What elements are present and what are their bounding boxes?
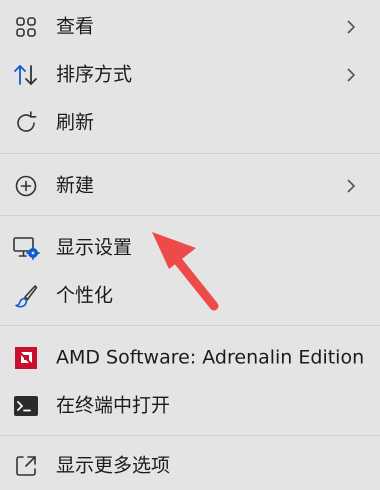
menu-item-label: AMD Software: Adrenalin Edition — [56, 346, 365, 369]
menu-item-label: 显示更多选项 — [56, 454, 171, 477]
menu-item-label: 显示设置 — [56, 236, 133, 259]
more-options-icon — [12, 452, 40, 480]
menu-item-amd-software[interactable]: AMD Software: Adrenalin Edition — [0, 334, 380, 382]
plus-circle-icon — [12, 172, 40, 200]
amd-logo-icon — [12, 344, 40, 372]
menu-item-label: 新建 — [56, 174, 95, 197]
chevron-right-icon — [347, 68, 356, 82]
menu-item-label: 查看 — [56, 15, 95, 38]
menu-item-sort-by[interactable]: 排序方式 — [0, 51, 380, 99]
menu-item-label: 刷新 — [56, 111, 95, 134]
menu-item-show-more-options[interactable]: 显示更多选项 — [0, 442, 380, 490]
menu-item-label: 排序方式 — [56, 63, 133, 86]
menu-separator — [0, 435, 380, 436]
grid-icon — [12, 13, 40, 41]
menu-separator — [0, 325, 380, 326]
display-settings-icon — [12, 234, 40, 262]
menu-item-view[interactable]: 查看 — [0, 3, 380, 51]
chevron-right-icon — [347, 20, 356, 34]
menu-separator — [0, 215, 380, 216]
sort-icon — [12, 61, 40, 89]
menu-item-new[interactable]: 新建 — [0, 162, 380, 210]
chevron-right-icon — [347, 179, 356, 193]
menu-separator — [0, 153, 380, 154]
menu-item-label: 在终端中打开 — [56, 394, 171, 417]
menu-item-display-settings[interactable]: 显示设置 — [0, 224, 380, 272]
refresh-icon — [12, 109, 40, 137]
menu-item-personalize[interactable]: 个性化 — [0, 272, 380, 320]
menu-item-open-in-terminal[interactable]: 在终端中打开 — [0, 382, 380, 430]
context-menu: 查看 排序方式 刷新 新建 显示设置 个性化 AMD Software: Adr… — [0, 0, 380, 486]
menu-item-refresh[interactable]: 刷新 — [0, 99, 380, 147]
terminal-icon — [12, 392, 40, 420]
menu-item-label: 个性化 — [56, 284, 114, 307]
brush-icon — [12, 282, 40, 310]
